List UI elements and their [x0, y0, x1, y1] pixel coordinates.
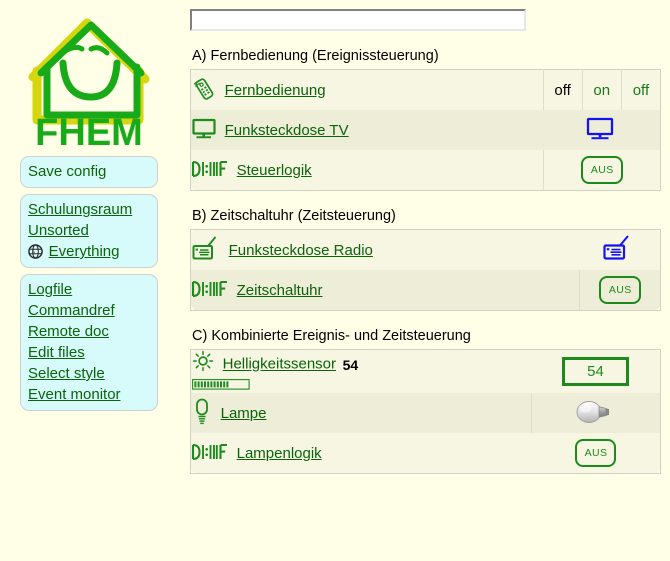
sun-icon	[191, 350, 215, 379]
state-button-aus[interactable]: AUS	[574, 439, 617, 467]
sidebar-item-remote-doc[interactable]: Remote doc	[28, 321, 151, 342]
save-config-row[interactable]: Save config	[28, 161, 151, 182]
brightness-gauge	[192, 378, 531, 393]
device-link-lampe[interactable]: Lampe	[221, 405, 267, 422]
table-row[interactable]: Steuerlogik AUS	[190, 150, 661, 191]
device-table-b: Funksteckdose Radio Zeitschaltuhr AUS	[190, 229, 661, 311]
table-row[interactable]: Funksteckdose TV	[190, 110, 661, 150]
sensor-value-box[interactable]: 54	[562, 357, 629, 386]
device-name-cell: Lampe	[190, 393, 531, 433]
section-title: B) Zeitschaltuhr (Zeitsteuerung)	[192, 208, 396, 224]
sidebar-item-label[interactable]: Event monitor	[28, 386, 121, 403]
state-value-cell[interactable]: 54	[531, 349, 661, 393]
state-icon-cell[interactable]	[579, 229, 661, 270]
state-icon-cell[interactable]	[530, 393, 661, 433]
globe-icon	[28, 244, 43, 265]
command-input[interactable]	[190, 9, 526, 31]
device-link-helligkeitssensor[interactable]: Helligkeitssensor	[223, 356, 336, 373]
light-bulb-icon	[191, 397, 213, 430]
device-link-zeitschaltuhr[interactable]: Zeitschaltuhr	[237, 282, 323, 299]
current-state-text: off	[554, 81, 571, 99]
section-b: B) Zeitschaltuhr (Zeitsteuerung) Funkste…	[190, 208, 670, 311]
svg-text:FHEM: FHEM	[35, 112, 143, 147]
table-row[interactable]: Helligkeitssensor 54 54	[190, 349, 661, 393]
state-button-cell[interactable]: AUS	[578, 270, 661, 311]
fhem-logo: FHEM	[0, 0, 178, 150]
device-reading-value: 54	[342, 356, 359, 373]
state-button-cell[interactable]: AUS	[542, 150, 661, 191]
remote-control-icon	[191, 76, 217, 105]
save-config-block: Save config	[20, 156, 158, 188]
device-link-funksteckdose-tv[interactable]: Funksteckdose TV	[225, 122, 349, 139]
table-row[interactable]: Lampenlogik AUS	[190, 433, 661, 474]
device-link-fernbedienung[interactable]: Fernbedienung	[225, 82, 326, 99]
state-icon-cell[interactable]	[543, 110, 661, 150]
device-name-cell: Fernbedienung	[190, 69, 543, 110]
sidebar-item-everything[interactable]: Everything	[28, 241, 151, 262]
doif-icon	[191, 279, 229, 302]
state-button-aus[interactable]: AUS	[580, 156, 623, 184]
table-row[interactable]: Zeitschaltuhr AUS	[190, 270, 661, 311]
sidebar-item-label[interactable]: Everything	[49, 243, 120, 260]
save-config-button[interactable]: Save config	[28, 163, 106, 180]
sidebar-item-label[interactable]: Edit files	[28, 344, 85, 361]
section-title: A) Fernbedienung (Ereignissteuerung)	[192, 48, 439, 64]
device-link-funksteckdose-radio[interactable]: Funksteckdose Radio	[229, 242, 373, 259]
sidebar-item-commandref[interactable]: Commandref	[28, 300, 151, 321]
sidebar-item-logfile[interactable]: Logfile	[28, 279, 151, 300]
device-name-cell: Zeitschaltuhr	[190, 270, 579, 311]
sidebar-item-select-style[interactable]: Select style	[28, 363, 151, 384]
device-table-a: Fernbedienung off on off Funksteckdose T…	[190, 69, 661, 191]
section-c: C) Kombinierte Ereignis- und Zeitsteueru…	[190, 328, 670, 474]
sidebar-item-label[interactable]: Select style	[28, 365, 105, 382]
section-title: C) Kombinierte Ereignis- und Zeitsteueru…	[192, 328, 471, 344]
state-button-aus[interactable]: AUS	[598, 276, 641, 304]
sidebar-item-label[interactable]: Remote doc	[28, 323, 109, 340]
device-table-c: Helligkeitssensor 54 54 Lampe Lampenlogi…	[190, 349, 661, 474]
sidebar-item-schulungsraum[interactable]: Schulungsraum	[28, 199, 151, 220]
device-link-steuerlogik[interactable]: Steuerlogik	[237, 162, 312, 179]
device-name-cell: Funksteckdose Radio	[190, 229, 579, 270]
sidebar-item-label[interactable]: Schulungsraum	[28, 201, 132, 218]
doif-icon	[191, 442, 229, 465]
fhem-house-smiley-logo: FHEM	[28, 18, 150, 147]
table-row[interactable]: Funksteckdose Radio	[190, 229, 661, 270]
set-command-off[interactable]: off	[633, 82, 649, 99]
radio-icon	[191, 235, 221, 266]
sidebar-item-label[interactable]: Commandref	[28, 302, 115, 319]
tv-icon	[191, 117, 217, 144]
sidebar-item-label[interactable]: Unsorted	[28, 222, 89, 239]
sidebar: FHEM Save config Schulungsraum Unsorted …	[0, 0, 178, 561]
doif-icon	[191, 159, 229, 182]
section-a: A) Fernbedienung (Ereignissteuerung) Fer…	[190, 48, 670, 191]
set-command-on-cell[interactable]: on	[581, 69, 622, 110]
radio-icon-blue[interactable]	[602, 234, 634, 267]
device-name-cell: Lampenlogik	[190, 433, 531, 474]
tools-block: Logfile Commandref Remote doc Edit files…	[20, 274, 158, 411]
room-list-block: Schulungsraum Unsorted Everything	[20, 194, 158, 268]
sidebar-item-event-monitor[interactable]: Event monitor	[28, 384, 151, 405]
set-command-off-cell[interactable]: off	[620, 69, 661, 110]
device-link-lampenlogik[interactable]: Lampenlogik	[237, 445, 322, 462]
tv-icon-blue[interactable]	[585, 116, 615, 145]
device-name-cell: Steuerlogik	[190, 150, 543, 191]
table-row[interactable]: Lampe	[190, 393, 661, 433]
sidebar-item-label[interactable]: Logfile	[28, 281, 72, 298]
sidebar-item-edit-files[interactable]: Edit files	[28, 342, 151, 363]
device-name-cell: Funksteckdose TV	[190, 110, 543, 150]
state-button-cell[interactable]: AUS	[531, 433, 661, 474]
state-current-cell: off	[542, 69, 583, 110]
sidebar-item-unsorted[interactable]: Unsorted	[28, 220, 151, 241]
device-name-cell: Helligkeitssensor 54	[190, 349, 531, 393]
light-bulb-off-icon[interactable]	[573, 397, 615, 430]
main-content: A) Fernbedienung (Ereignissteuerung) Fer…	[190, 0, 670, 561]
set-command-on[interactable]: on	[593, 82, 610, 99]
table-row[interactable]: Fernbedienung off on off	[190, 69, 661, 110]
